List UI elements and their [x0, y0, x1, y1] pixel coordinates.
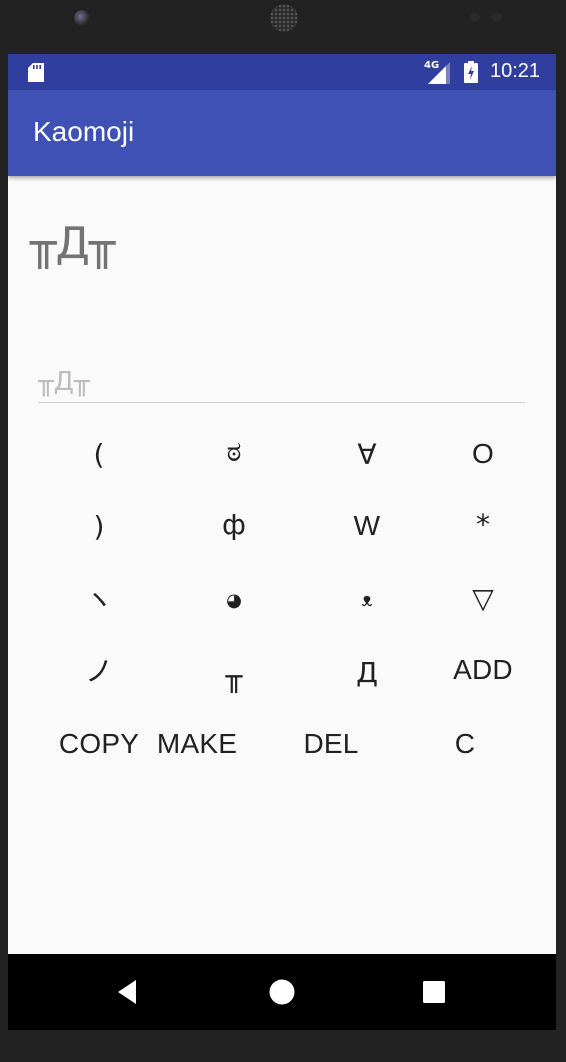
key-tear-eye[interactable]: ╥	[179, 646, 289, 706]
key-right-arm[interactable]: ノ	[44, 640, 154, 700]
device-frame: 4G 10:21 Kaomoji ╥Д╥ ( ಠ ∀ O ) ф	[0, 0, 566, 1062]
clear-button[interactable]: C	[410, 714, 520, 774]
proximity-sensor	[470, 12, 480, 22]
battery-charging-icon	[464, 61, 478, 83]
key-triangle-mouth[interactable]: ▽	[428, 568, 538, 628]
kaomoji-input[interactable]	[38, 362, 525, 403]
make-button[interactable]: MAKE	[142, 714, 252, 774]
key-kannada-tta[interactable]: ಠ	[179, 422, 289, 482]
status-bar: 4G 10:21	[8, 54, 556, 90]
key-ef[interactable]: ф	[179, 494, 289, 554]
sd-card-icon	[28, 63, 44, 82]
delete-button[interactable]: DEL	[276, 714, 386, 774]
key-close-paren[interactable]: )	[44, 496, 154, 556]
navigation-bar	[8, 954, 556, 1030]
signal-icon	[428, 62, 450, 84]
earpiece-speaker	[270, 4, 298, 32]
key-left-arm[interactable]: ヽ	[44, 568, 154, 628]
key-eye[interactable]: ◕	[179, 570, 289, 630]
kaomoji-display: ╥Д╥	[30, 218, 115, 269]
app-bar: Kaomoji	[8, 90, 556, 176]
app-title: Kaomoji	[33, 116, 135, 147]
front-camera	[74, 10, 90, 26]
key-w[interactable]: W	[312, 496, 422, 556]
light-sensor	[492, 12, 502, 22]
add-button[interactable]: ADD	[428, 640, 538, 700]
key-nose[interactable]: ᴥ	[312, 570, 422, 630]
key-asterisk[interactable]: *	[428, 494, 538, 554]
key-for-all[interactable]: ∀	[312, 424, 422, 484]
back-icon[interactable]	[114, 978, 142, 1006]
key-de[interactable]: Д	[312, 642, 422, 702]
key-open-paren[interactable]: (	[44, 424, 154, 484]
key-o[interactable]: O	[428, 424, 538, 484]
screen: 4G 10:21 Kaomoji ╥Д╥ ( ಠ ∀ O ) ф	[8, 54, 556, 1030]
recents-icon[interactable]	[420, 978, 448, 1006]
home-icon[interactable]	[268, 978, 296, 1006]
copy-button[interactable]: COPY	[44, 714, 154, 774]
status-clock: 10:21	[490, 60, 541, 82]
